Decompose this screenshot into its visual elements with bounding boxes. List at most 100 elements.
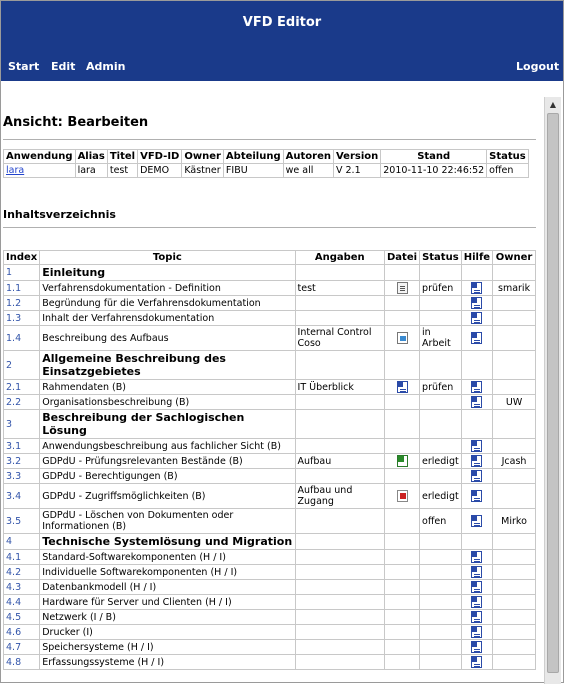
- column-header: Status: [486, 149, 529, 164]
- table-cell: Hardware für Server und Clienten (H / I): [39, 594, 296, 610]
- img-icon[interactable]: [396, 332, 408, 344]
- table-cell: 3.3: [2, 468, 41, 484]
- word-icon[interactable]: [471, 470, 483, 482]
- table-cell: Technische Systemlösung und Migration: [39, 533, 296, 550]
- table-cell: [383, 594, 421, 610]
- table-cell: GDPdU - Prüfungsrelevanten Bestände (B): [39, 453, 296, 469]
- table-cell: offen: [419, 508, 462, 534]
- column-header: Index: [2, 250, 41, 265]
- column-header: Topic: [39, 250, 296, 265]
- divider: [3, 139, 536, 140]
- application-link[interactable]: lara: [6, 165, 24, 176]
- nav-edit[interactable]: Edit: [51, 60, 75, 73]
- note-icon[interactable]: [396, 282, 408, 294]
- table-cell: [294, 394, 386, 410]
- scroll-up-icon[interactable]: ▲: [547, 99, 559, 111]
- table-cell: Individuelle Softwarekomponenten (H / I): [39, 564, 296, 580]
- table-cell: erledigt: [419, 483, 462, 509]
- content-area: Ansicht: Bearbeiten Anwendung Alias Titel V…: [1, 81, 544, 682]
- table-cell: [383, 453, 421, 469]
- word-icon[interactable]: [471, 626, 483, 638]
- chapter-row: 4 Technische Systemlösung und Migration: [2, 533, 536, 550]
- table-cell: [294, 295, 386, 311]
- chapter-row: 3 Beschreibung der Sachlogischen Lösung: [2, 409, 536, 439]
- table-cell: DEMO: [137, 163, 183, 178]
- table-cell: [492, 594, 536, 610]
- word-icon[interactable]: [471, 581, 483, 593]
- pdf-icon[interactable]: [396, 490, 408, 502]
- table-cell: [419, 624, 462, 640]
- word-icon[interactable]: [471, 381, 483, 393]
- word-icon[interactable]: [471, 656, 483, 668]
- word-icon[interactable]: [471, 596, 483, 608]
- word-icon[interactable]: [396, 381, 408, 393]
- word-icon[interactable]: [471, 641, 483, 653]
- table-cell: 1: [2, 264, 41, 281]
- table-cell: [492, 609, 536, 625]
- table-cell: [492, 639, 536, 655]
- table-cell: [294, 564, 386, 580]
- word-icon[interactable]: [471, 440, 483, 452]
- table-cell: Internal Control Coso: [294, 325, 386, 351]
- toc-heading: Inhaltsverzeichnis: [3, 208, 116, 221]
- table-row: 4.2 Individuelle Softwarekomponenten (H /…: [2, 564, 536, 580]
- word-icon[interactable]: [471, 297, 483, 309]
- column-header: Datei: [383, 250, 421, 265]
- nav-start[interactable]: Start: [8, 60, 39, 73]
- word-icon[interactable]: [471, 312, 483, 324]
- word-icon[interactable]: [471, 515, 483, 527]
- table-cell: [419, 350, 462, 380]
- table-row: 3.3 GDPdU - Berechtigungen (B): [2, 468, 536, 484]
- word-icon[interactable]: [471, 490, 483, 502]
- column-header: Autoren: [282, 149, 334, 164]
- excel-icon[interactable]: [396, 455, 408, 467]
- toc-table: Index Topic Angaben Datei Status Hilfe Owner 1…: [2, 250, 536, 670]
- table-cell: [383, 468, 421, 484]
- word-icon[interactable]: [471, 282, 483, 294]
- table-cell: 4.3: [2, 579, 41, 595]
- table-cell: 4.5: [2, 609, 41, 625]
- table-cell: 4.2: [2, 564, 41, 580]
- table-cell: [460, 325, 494, 351]
- table-cell: GDPdU - Zugriffsmöglichkeiten (B): [39, 483, 296, 509]
- word-icon[interactable]: [471, 455, 483, 467]
- table-cell: [294, 533, 386, 550]
- table-cell: Einleitung: [39, 264, 296, 281]
- nav-logout[interactable]: Logout: [516, 60, 559, 73]
- table-cell: [383, 624, 421, 640]
- table-cell: [460, 468, 494, 484]
- table-cell: [492, 310, 536, 326]
- table-cell: [492, 350, 536, 380]
- table-cell: [383, 438, 421, 454]
- table-cell: [294, 609, 386, 625]
- scroll-thumb[interactable]: [547, 113, 559, 673]
- table-cell: [419, 409, 462, 439]
- table-cell: 3.5: [2, 508, 41, 534]
- table-cell: [460, 508, 494, 534]
- table-cell: [419, 264, 462, 281]
- table-cell: 2: [2, 350, 41, 380]
- meta-table: Anwendung Alias Titel VFD-ID Owner Abteilung A…: [3, 149, 529, 178]
- table-cell: Netzwerk (I / B): [39, 609, 296, 625]
- table-cell: Erfassungssysteme (H / I): [39, 654, 296, 670]
- table-cell: 2.2: [2, 394, 41, 410]
- word-icon[interactable]: [471, 551, 483, 563]
- column-header: Titel: [106, 149, 139, 164]
- table-cell: [460, 310, 494, 326]
- word-icon[interactable]: [471, 611, 483, 623]
- nav-admin[interactable]: Admin: [86, 60, 125, 73]
- table-cell: [419, 310, 462, 326]
- table-cell: [460, 409, 494, 439]
- vertical-scrollbar[interactable]: ▲: [544, 97, 561, 684]
- table-cell: [383, 564, 421, 580]
- table-cell: [294, 654, 386, 670]
- table-cell: V 2.1: [332, 163, 382, 178]
- table-cell: [383, 549, 421, 565]
- word-icon[interactable]: [471, 332, 483, 344]
- word-icon[interactable]: [471, 566, 483, 578]
- word-icon[interactable]: [471, 396, 483, 408]
- table-cell: [492, 379, 536, 395]
- table-cell: [383, 409, 421, 439]
- table-cell: [460, 549, 494, 565]
- table-cell: [294, 310, 386, 326]
